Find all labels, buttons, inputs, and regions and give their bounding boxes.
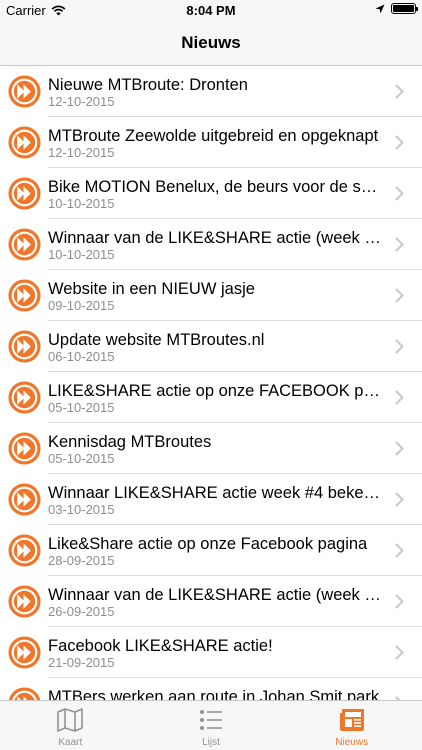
news-date: 05-10-2015 bbox=[48, 400, 115, 415]
news-title: Like&Share actie op onze Facebook pagina bbox=[48, 535, 368, 553]
mtbroutes-logo-icon bbox=[8, 279, 41, 312]
map-icon bbox=[57, 708, 84, 732]
mtbroutes-logo-icon bbox=[8, 126, 41, 159]
news-row[interactable]: Update website MTBroutes.nl 06-10-2015 bbox=[0, 321, 422, 372]
news-row[interactable]: Winnaar van de LIKE&SHARE actie (week #5… bbox=[0, 219, 422, 270]
news-row[interactable]: Facebook LIKE&SHARE actie! 21-09-2015 bbox=[0, 627, 422, 678]
news-row[interactable]: Bike MOTION Benelux, de beurs voor de sp… bbox=[0, 168, 422, 219]
mtbroutes-logo-icon bbox=[8, 585, 41, 618]
news-title: Update website MTBroutes.nl bbox=[48, 331, 265, 349]
news-title: MTBroute Zeewolde uitgebreid en opgeknap… bbox=[48, 127, 379, 145]
news-date: 21-09-2015 bbox=[48, 655, 115, 670]
news-date: 03-10-2015 bbox=[48, 502, 115, 517]
news-date: 05-10-2015 bbox=[48, 451, 115, 466]
news-date: 26-09-2015 bbox=[48, 604, 115, 619]
tab-lijst[interactable]: Lijst bbox=[141, 701, 282, 750]
chevron-right-icon bbox=[395, 441, 404, 456]
news-title: Winnaar LIKE&SHARE actie week #4 bekend! bbox=[48, 484, 384, 502]
tab-label-lijst: Lijst bbox=[202, 737, 220, 748]
chevron-right-icon bbox=[395, 237, 404, 252]
page-title: Nieuws bbox=[181, 33, 241, 52]
status-time: 8:04 PM bbox=[186, 3, 236, 18]
list-icon bbox=[200, 710, 222, 730]
news-title: Website in een NIEUW jasje bbox=[48, 280, 255, 298]
news-title: Kennisdag MTBroutes bbox=[48, 433, 212, 451]
news-title: Facebook LIKE&SHARE actie! bbox=[48, 637, 273, 655]
news-date: 10-10-2015 bbox=[48, 247, 115, 262]
tab-nieuws[interactable]: Nieuws bbox=[281, 701, 422, 750]
news-row[interactable]: LIKE&SHARE actie op onze FACEBOOK pagina… bbox=[0, 372, 422, 423]
chevron-right-icon bbox=[395, 84, 404, 99]
status-bar: Carrier 8:04 PM bbox=[0, 0, 422, 20]
news-row[interactable]: Winnaar van de LIKE&SHARE actie (week 3)… bbox=[0, 576, 422, 627]
tab-bar: Kaart Lijst Nieuws bbox=[0, 700, 422, 750]
tab-label-nieuws: Nieuws bbox=[335, 737, 369, 748]
chevron-right-icon bbox=[395, 390, 404, 405]
newspaper-icon bbox=[339, 709, 364, 731]
chevron-right-icon bbox=[395, 135, 404, 150]
mtbroutes-logo-icon bbox=[8, 177, 41, 210]
mtbroutes-logo-icon bbox=[8, 534, 41, 567]
news-title: Bike MOTION Benelux, de beurs voor de sp… bbox=[48, 178, 384, 196]
news-date: 09-10-2015 bbox=[48, 298, 115, 313]
news-row[interactable]: Website in een NIEUW jasje 09-10-2015 bbox=[0, 270, 422, 321]
mtbroutes-logo-icon bbox=[8, 381, 41, 414]
news-title: Winnaar van de LIKE&SHARE actie (week #5… bbox=[48, 229, 384, 247]
news-date: 10-10-2015 bbox=[48, 196, 115, 211]
chevron-right-icon bbox=[395, 339, 404, 354]
news-date: 12-10-2015 bbox=[48, 94, 115, 109]
location-arrow-icon bbox=[375, 4, 385, 13]
chevron-right-icon bbox=[395, 594, 404, 609]
news-date: 12-10-2015 bbox=[48, 145, 115, 160]
mtbroutes-logo-icon bbox=[8, 432, 41, 465]
news-title: MTBers werken aan route in Johan Smit pa… bbox=[48, 688, 380, 700]
news-row[interactable]: Kennisdag MTBroutes 05-10-2015 bbox=[0, 423, 422, 474]
navigation-bar: Nieuws bbox=[0, 20, 422, 66]
chevron-right-icon bbox=[395, 543, 404, 558]
news-row[interactable]: MTBroute Zeewolde uitgebreid en opgeknap… bbox=[0, 117, 422, 168]
chevron-right-icon bbox=[395, 492, 404, 507]
tab-label-kaart: Kaart bbox=[58, 737, 83, 748]
tab-kaart[interactable]: Kaart bbox=[0, 701, 141, 750]
mtbroutes-logo-icon bbox=[8, 75, 41, 108]
news-date: 06-10-2015 bbox=[48, 349, 115, 364]
news-title: Winnaar van de LIKE&SHARE actie (week 3)… bbox=[48, 586, 384, 604]
mtbroutes-logo-icon bbox=[8, 636, 41, 669]
news-date: 28-09-2015 bbox=[48, 553, 115, 568]
battery-icon bbox=[391, 3, 418, 14]
news-row[interactable]: Winnaar LIKE&SHARE actie week #4 bekend!… bbox=[0, 474, 422, 525]
news-row[interactable]: Nieuwe MTBroute: Dronten 12-10-2015 bbox=[0, 66, 422, 117]
news-list[interactable]: Nieuwe MTBroute: Dronten 12-10-2015 MTBrou… bbox=[0, 66, 422, 700]
mtbroutes-logo-icon bbox=[8, 330, 41, 363]
news-title: LIKE&SHARE actie op onze FACEBOOK pagina bbox=[48, 382, 384, 400]
mtbroutes-logo-icon bbox=[8, 687, 41, 700]
news-row[interactable]: Like&Share actie op onze Facebook pagina… bbox=[0, 525, 422, 576]
mtbroutes-logo-icon bbox=[8, 483, 41, 516]
chevron-right-icon bbox=[395, 645, 404, 660]
news-title: Nieuwe MTBroute: Dronten bbox=[48, 76, 248, 94]
mtbroutes-logo-icon bbox=[8, 228, 41, 261]
chevron-right-icon bbox=[395, 186, 404, 201]
news-row[interactable]: MTBers werken aan route in Johan Smit pa… bbox=[0, 678, 422, 700]
chevron-right-icon bbox=[395, 288, 404, 303]
